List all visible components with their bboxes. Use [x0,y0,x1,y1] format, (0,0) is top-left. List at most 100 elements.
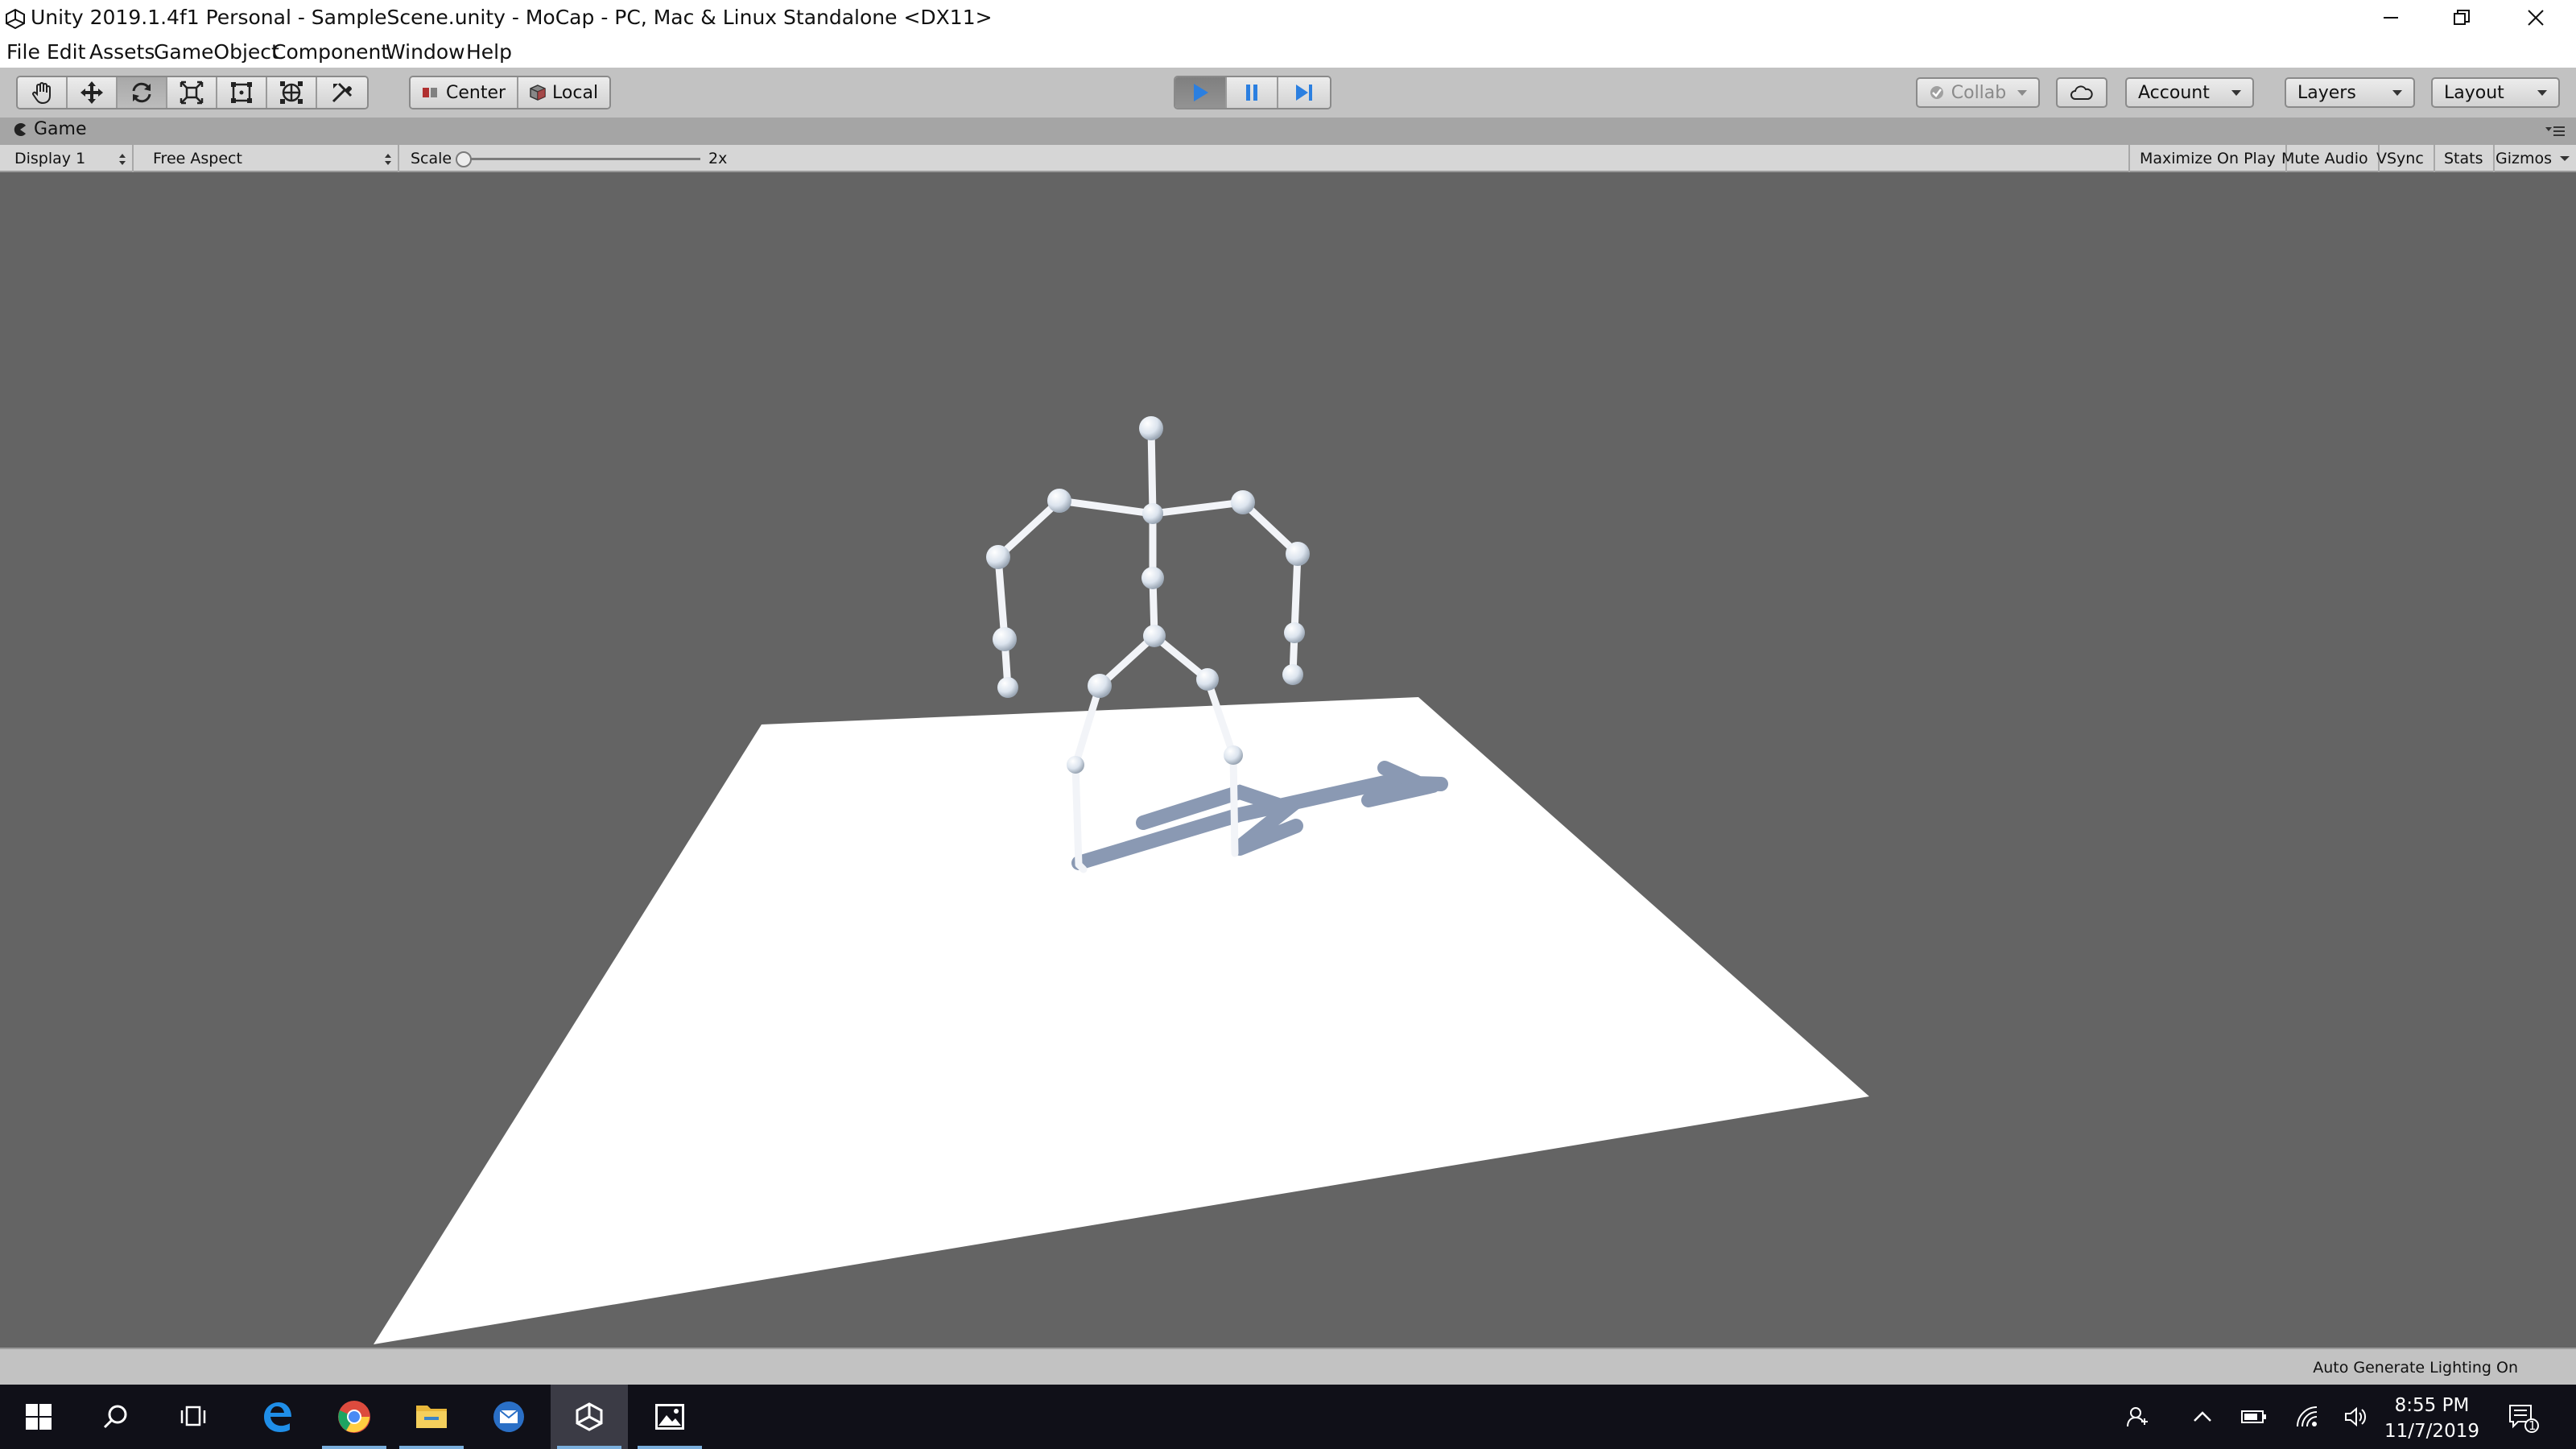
transform-tool-button[interactable] [267,77,317,108]
collab-label: Collab [1951,82,2007,103]
layers-label: Layers [2297,82,2356,103]
title-bar: Unity 2019.1.4f1 Personal - SampleScene.… [0,0,2576,35]
chevron-up-icon [2194,1411,2211,1422]
mute-audio-toggle[interactable]: Mute Audio [2272,145,2380,172]
volume-button[interactable] [2339,1401,2372,1433]
rect-tool-button[interactable] [217,77,267,108]
menu-component[interactable]: Component [272,40,389,64]
game-view-toolbar: Display 1 Free Aspect Scale 2x Maximize … [0,145,2576,172]
search-icon [103,1405,127,1429]
collab-dropdown-icon [2017,89,2027,96]
scale-slider-thumb[interactable] [456,151,472,167]
aspect-dropdown[interactable]: Free Aspect [143,145,399,172]
play-button[interactable] [1175,77,1227,108]
tab-game[interactable]: Game [13,119,87,139]
vsync-toggle[interactable]: VSync [2367,145,2435,172]
checkmark-icon [1930,86,1943,99]
main-toolbar: Center Local Collab Account Layers Layou… [0,68,2576,118]
menu-gameobject[interactable]: GameObject [154,40,279,64]
taskbar-clock[interactable]: 8:55 PM 11/7/2019 [2380,1393,2484,1444]
close-button[interactable] [2499,0,2573,35]
restore-button[interactable] [2425,0,2499,35]
pivot-center-icon [423,88,437,97]
start-button[interactable] [0,1385,77,1449]
chrome-taskbar-button[interactable] [316,1385,393,1449]
show-hidden-icons-button[interactable] [2186,1401,2219,1433]
tab-row: Game [0,118,2576,145]
clock-date: 11/7/2019 [2384,1421,2479,1442]
file-explorer-icon [416,1406,447,1428]
aspect-label: Free Aspect [153,150,242,167]
cloud-icon [2070,85,2093,100]
custom-tool-button[interactable] [317,77,367,108]
people-button[interactable] [2122,1401,2154,1433]
clock-time: 8:55 PM [2394,1395,2470,1416]
scale-slider-track[interactable] [459,158,700,160]
layout-dropdown-icon [2537,89,2547,96]
menu-help[interactable]: Help [466,40,512,64]
pivot-mode-label: Center [446,82,506,103]
unity-taskbar-button[interactable] [551,1385,628,1449]
battery-button[interactable] [2238,1401,2270,1433]
game-view[interactable] [0,172,2576,1348]
menu-window[interactable]: Window [386,40,465,64]
ground-plane [374,697,1869,1344]
account-label: Account [2138,82,2210,103]
step-button[interactable] [1278,77,1330,108]
network-button[interactable] [2291,1401,2323,1433]
speaker-icon [2345,1406,2367,1427]
tab-game-label: Game [34,119,87,139]
pivot-rotation-button[interactable]: Local [518,77,610,108]
gizmos-dropdown-icon [2560,156,2570,161]
task-view-button[interactable] [155,1385,232,1449]
hand-tool-button[interactable] [18,77,68,108]
rect-tool-icon [231,82,252,103]
pivot-mode-button[interactable]: Center [411,77,519,108]
mail-taskbar-button[interactable] [470,1385,547,1449]
minimize-icon [2384,17,2398,19]
menu-edit[interactable]: Edit [47,40,85,64]
search-button[interactable] [77,1385,155,1449]
chrome-icon [338,1401,370,1433]
file-explorer-taskbar-button[interactable] [393,1385,470,1449]
play-controls [1174,76,1331,109]
gizmos-dropdown[interactable]: Gizmos [2486,145,2576,172]
pivot-rotation-label: Local [552,82,599,103]
scene-render [374,416,1869,1344]
scale-label: Scale [411,150,452,167]
unity-logo-icon [6,8,25,29]
menu-assets[interactable]: Assets [89,40,155,64]
window-title: Unity 2019.1.4f1 Personal - SampleScene.… [31,6,993,29]
menu-file[interactable]: File [6,40,40,64]
photos-icon [655,1404,684,1430]
maximize-on-play-toggle[interactable]: Maximize On Play [2128,145,2287,172]
layout-dropdown[interactable]: Layout [2431,77,2560,108]
scale-tool-button[interactable] [167,77,217,108]
pause-icon [1246,85,1257,101]
mail-icon [493,1402,524,1432]
rotate-tool-button[interactable] [118,77,167,108]
display-dropdown[interactable]: Display 1 [5,145,134,172]
display-label: Display 1 [14,150,86,167]
edge-taskbar-button[interactable] [238,1385,316,1449]
taskbar: 8:55 PM 11/7/2019 1 [0,1385,2576,1449]
photos-taskbar-button[interactable] [631,1385,708,1449]
minimize-button[interactable] [2354,0,2428,35]
restore-icon [2454,10,2470,25]
edge-icon [264,1402,291,1432]
pause-button[interactable] [1227,77,1278,108]
task-view-icon [180,1406,206,1426]
play-icon [1194,84,1208,101]
updown-icon [385,154,391,165]
collab-button[interactable]: Collab [1916,77,2040,108]
layout-label: Layout [2444,82,2504,103]
rotate-icon [132,82,151,103]
gizmos-label: Gizmos [2496,150,2553,167]
account-dropdown[interactable]: Account [2125,77,2254,108]
layers-dropdown[interactable]: Layers [2285,77,2415,108]
step-icon [1296,85,1312,101]
action-center-button[interactable]: 1 [2507,1401,2539,1433]
tab-menu-icon[interactable] [2544,124,2566,138]
cloud-button[interactable] [2056,77,2107,108]
move-tool-button[interactable] [68,77,118,108]
